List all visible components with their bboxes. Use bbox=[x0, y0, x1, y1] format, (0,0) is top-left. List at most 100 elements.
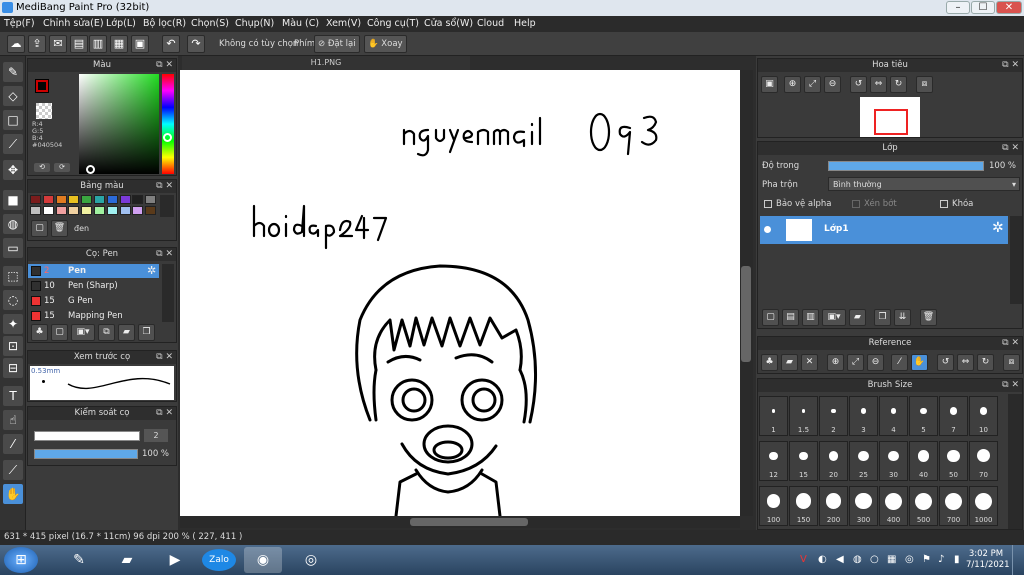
hue-slider[interactable] bbox=[162, 74, 174, 174]
menu-window[interactable]: Cửa sổ(W) bbox=[424, 18, 473, 29]
hand-tool-icon[interactable]: ✋ bbox=[3, 484, 23, 504]
color-swap-icon[interactable]: ⟲ bbox=[34, 163, 50, 172]
vertical-scrollbar[interactable] bbox=[739, 70, 753, 516]
panel-controls-icon[interactable]: ⧉ ✕ bbox=[1002, 379, 1019, 392]
brush-list-scrollbar[interactable] bbox=[162, 264, 174, 322]
blur-tool-icon[interactable]: ⟋ bbox=[3, 134, 23, 154]
fill-rect-icon[interactable]: ■ bbox=[3, 190, 23, 210]
menu-layer[interactable]: Lớp(L) bbox=[106, 18, 136, 29]
brush-size-cell[interactable]: 10 bbox=[969, 396, 998, 436]
menu-tools[interactable]: Công cụ(T) bbox=[367, 18, 419, 29]
brush-size-cell[interactable]: 20 bbox=[819, 441, 848, 481]
media-player-icon[interactable]: ▶ bbox=[156, 547, 194, 573]
menu-capture[interactable]: Chụp(N) bbox=[235, 18, 274, 29]
document-tab[interactable]: H1.PNG bbox=[182, 56, 470, 70]
file-explorer-icon[interactable]: ▰ bbox=[108, 547, 146, 573]
magic-wand-icon[interactable]: ✦ bbox=[3, 314, 23, 334]
fit-icon[interactable]: ⤢ bbox=[847, 354, 864, 371]
palette-swatch[interactable] bbox=[94, 206, 105, 215]
medibang-icon[interactable]: ◉ bbox=[244, 547, 282, 573]
brush-size-cell[interactable]: 5 bbox=[909, 396, 938, 436]
brush-size-cell[interactable]: 700 bbox=[939, 486, 968, 526]
reference-canvas-icon[interactable]: ♣ bbox=[761, 354, 778, 371]
brush-size-cell[interactable]: 2 bbox=[819, 396, 848, 436]
layer-list-scrollbar[interactable] bbox=[1010, 216, 1022, 304]
wifi-tray-icon[interactable]: ▮ bbox=[954, 554, 960, 565]
color-picker-cursor[interactable] bbox=[86, 165, 95, 174]
antivirus-tray-icon[interactable]: V bbox=[800, 554, 807, 565]
hue-cursor[interactable] bbox=[163, 133, 172, 142]
menu-color[interactable]: Màu (C) bbox=[282, 18, 319, 29]
menu-cloud[interactable]: Cloud bbox=[477, 18, 504, 29]
zalo-icon[interactable]: Zalo bbox=[202, 549, 236, 571]
brush-size-cell[interactable]: 150 bbox=[789, 486, 818, 526]
brush-size-value[interactable]: 2 bbox=[144, 429, 168, 442]
opera-tray-icon[interactable]: ○ bbox=[870, 554, 879, 565]
reference-close-icon[interactable]: ✕ bbox=[801, 354, 818, 371]
transparent-color-icon[interactable] bbox=[36, 103, 52, 119]
fit-icon[interactable]: ⤢ bbox=[804, 76, 821, 93]
brush-size-cell[interactable]: 25 bbox=[849, 441, 878, 481]
palette-scrollbar[interactable] bbox=[160, 195, 174, 217]
brush-tool-icon[interactable]: ✎ bbox=[3, 62, 23, 82]
brush-size-cell[interactable]: 70 bbox=[969, 441, 998, 481]
brush-size-cell[interactable]: 400 bbox=[879, 486, 908, 526]
eyedropper2-tool-icon[interactable]: ⟋ bbox=[3, 460, 23, 480]
chrome-icon[interactable]: ◎ bbox=[292, 547, 330, 573]
brush-size-cell[interactable]: 40 bbox=[909, 441, 938, 481]
rotate-left-icon[interactable]: ↺ bbox=[850, 76, 867, 93]
eraser-tool-icon[interactable]: ◇ bbox=[3, 86, 23, 106]
menu-select[interactable]: Chọn(S) bbox=[191, 18, 229, 29]
flip-icon[interactable]: ⇔ bbox=[870, 76, 887, 93]
vertical-scroll-thumb[interactable] bbox=[741, 266, 751, 362]
brush-size-cell[interactable]: 200 bbox=[819, 486, 848, 526]
brush-size-cell[interactable]: 3 bbox=[849, 396, 878, 436]
cloud-icon[interactable]: ☁ bbox=[7, 35, 25, 53]
rotate-button[interactable]: ✋ Xoay bbox=[364, 35, 407, 53]
palette-swatch[interactable] bbox=[30, 206, 41, 215]
brush-size-cell[interactable]: 7 bbox=[939, 396, 968, 436]
new-brush-icon[interactable]: ▢ bbox=[51, 324, 68, 341]
palette-swatch[interactable] bbox=[55, 195, 67, 204]
palette-swatch[interactable] bbox=[68, 195, 80, 204]
share-icon[interactable]: ⇪ bbox=[28, 35, 46, 53]
zoom-out-icon[interactable]: ⊖ bbox=[824, 76, 841, 93]
panel-controls-icon[interactable]: ⧉ ✕ bbox=[1002, 59, 1019, 72]
eyedropper-icon[interactable]: ⁄ bbox=[891, 354, 908, 371]
maximize-button[interactable]: ☐ bbox=[971, 1, 995, 14]
clock[interactable]: 3:02 PM 7/11/2021 bbox=[966, 549, 1010, 571]
duplicate-brush-icon[interactable]: ❐ bbox=[138, 324, 155, 341]
skype-tray-icon[interactable]: ◍ bbox=[853, 554, 862, 565]
eyedropper-tool-icon[interactable]: ⁄ bbox=[3, 434, 23, 454]
new-8bit-layer-icon[interactable]: ▥ bbox=[802, 309, 819, 326]
protect-alpha-checkbox[interactable] bbox=[764, 200, 772, 208]
layout-icon[interactable]: ▣ bbox=[131, 35, 149, 53]
language-tray-icon[interactable]: ▦ bbox=[887, 554, 896, 565]
network-tray-icon[interactable]: ◐ bbox=[818, 554, 827, 565]
flag-tray-icon[interactable]: ⚑ bbox=[922, 554, 931, 565]
palette-swatch[interactable] bbox=[68, 206, 80, 215]
brush-size-cell[interactable]: 1 bbox=[759, 396, 788, 436]
palette-swatch[interactable] bbox=[106, 195, 118, 204]
dot-tool-icon[interactable]: □ bbox=[3, 110, 23, 130]
palette-swatch[interactable] bbox=[81, 195, 93, 204]
panel-controls-icon[interactable]: ⧉ ✕ bbox=[1002, 337, 1019, 350]
layer-item[interactable]: Lớp1 ✲ bbox=[760, 216, 1008, 244]
new-palette-icon[interactable]: ▢ bbox=[31, 220, 48, 237]
zoom-in-icon[interactable]: ⊕ bbox=[784, 76, 801, 93]
brush-size-cell[interactable]: 30 bbox=[879, 441, 908, 481]
layer-opacity-slider[interactable] bbox=[828, 161, 984, 171]
rotate-right-icon[interactable]: ↻ bbox=[890, 76, 907, 93]
speaker-tray-icon[interactable]: ♪ bbox=[938, 554, 944, 565]
palette-swatch[interactable] bbox=[94, 195, 105, 204]
rotate-left-icon[interactable]: ↺ bbox=[937, 354, 954, 371]
lock-checkbox[interactable] bbox=[940, 200, 948, 208]
new-halftone-layer-icon[interactable]: ▤ bbox=[782, 309, 799, 326]
bucket-tool-icon[interactable]: ◍ bbox=[3, 214, 23, 234]
brush-size-cell[interactable]: 1.5 bbox=[789, 396, 818, 436]
text-tool-icon[interactable]: T bbox=[3, 386, 23, 406]
move-tool-icon[interactable]: ✥ bbox=[3, 160, 23, 180]
palette-swatch[interactable] bbox=[132, 206, 144, 215]
document-icon[interactable]: ▥ bbox=[89, 35, 107, 53]
minimize-button[interactable]: – bbox=[946, 1, 970, 14]
